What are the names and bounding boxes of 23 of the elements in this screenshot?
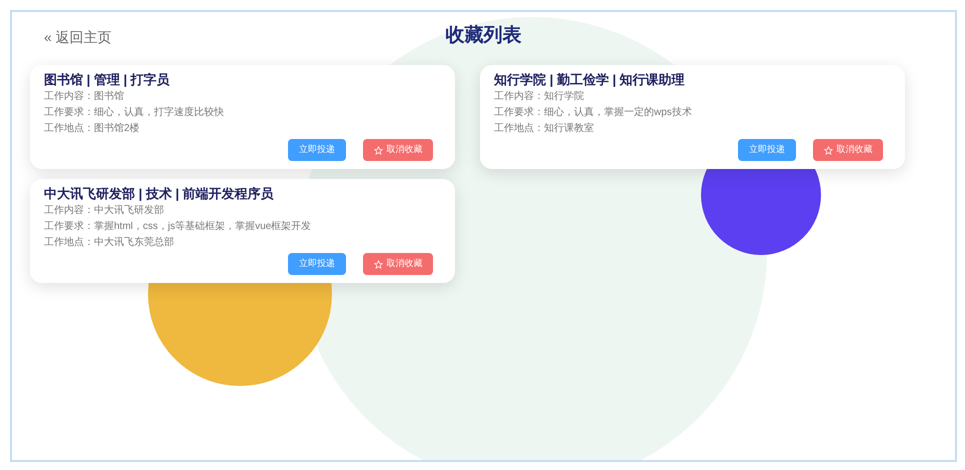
unfavorite-button[interactable]: 取消收藏 <box>363 253 433 275</box>
job-detail: 工作内容：中大讯飞研发部 <box>44 204 165 218</box>
star-icon <box>824 146 832 154</box>
job-detail: 工作要求：细心，认真，打字速度比较快 <box>44 106 225 120</box>
job-detail: 工作地点：知行课教室 <box>494 122 595 136</box>
job-detail: 工作地点：图书馆2楼 <box>44 122 141 136</box>
job-detail: 工作内容：知行学院 <box>494 90 585 104</box>
apply-button[interactable]: 立即投递 <box>288 253 346 275</box>
job-detail: 工作内容：图书馆 <box>44 90 125 104</box>
star-icon <box>374 260 382 268</box>
unfavorite-button[interactable]: 取消收藏 <box>813 139 883 161</box>
page-title: 收藏列表 <box>446 24 522 48</box>
job-detail: 工作要求：细心，认真，掌握一定的wps技术 <box>494 106 693 120</box>
job-title: 图书馆 | 管理 | 打字员 <box>44 71 171 89</box>
back-link[interactable]: « 返回主页 <box>44 29 112 45</box>
unfavorite-button[interactable]: 取消收藏 <box>363 139 433 161</box>
job-detail: 工作要求：掌握html，css，js等基础框架，掌握vue框架开发 <box>44 220 312 234</box>
job-title: 知行学院 | 勤工俭学 | 知行课助理 <box>494 71 686 89</box>
job-detail: 工作地点：中大讯飞东莞总部 <box>44 236 175 250</box>
apply-button[interactable]: 立即投递 <box>738 139 796 161</box>
job-title: 中大讯飞研发部 | 技术 | 前端开发程序员 <box>44 185 275 203</box>
apply-button[interactable]: 立即投递 <box>288 139 346 161</box>
star-icon <box>374 146 382 154</box>
